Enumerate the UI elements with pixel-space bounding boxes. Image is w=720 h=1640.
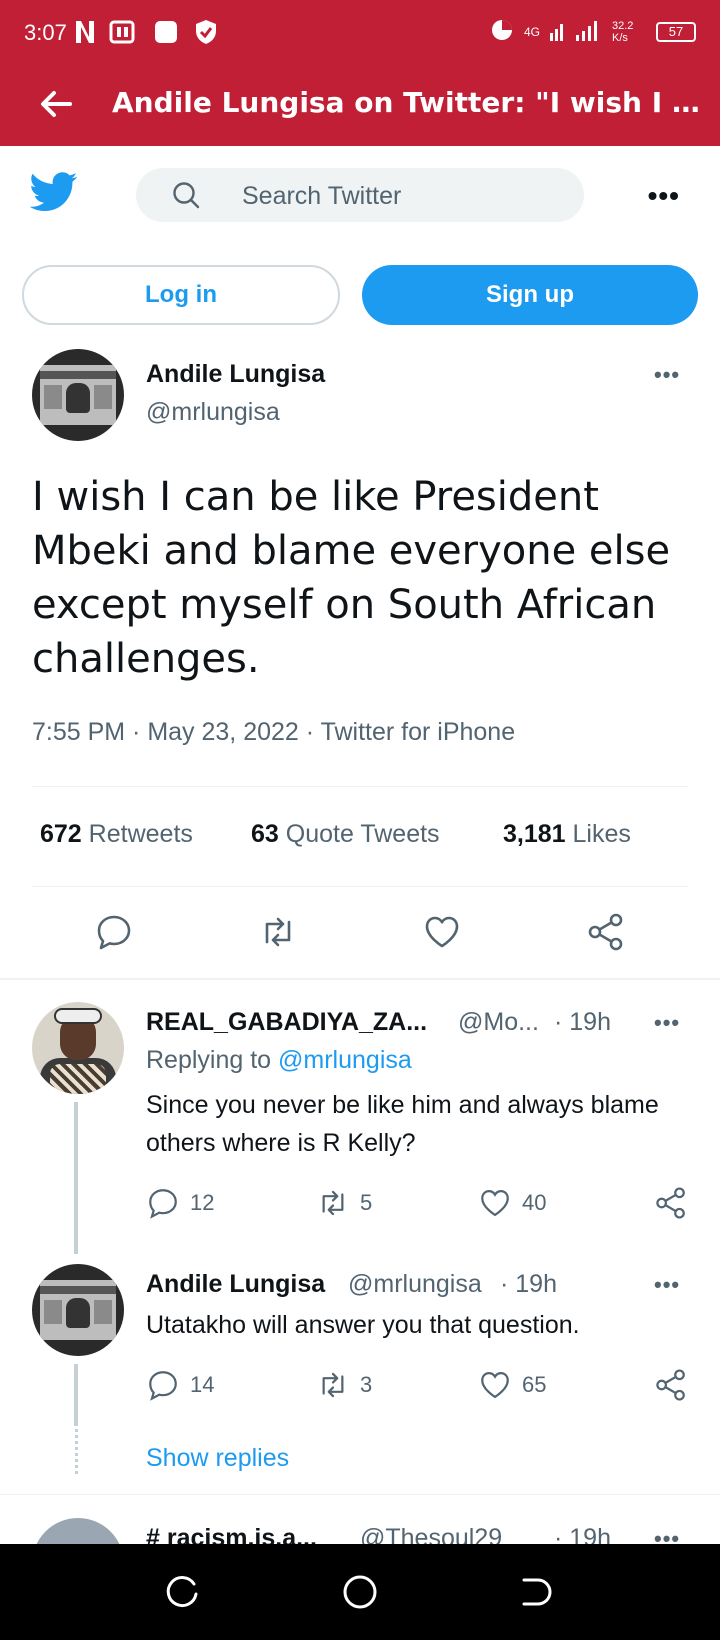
reply-author-handle[interactable]: @Mo... bbox=[458, 1008, 539, 1037]
like-count: 65 bbox=[522, 1372, 547, 1397]
thread-dotted-line bbox=[75, 1418, 78, 1474]
retweet-count: 5 bbox=[360, 1190, 373, 1215]
tweet-text: I wish I can be like President Mbeki and… bbox=[32, 474, 671, 682]
recent-apps-icon[interactable] bbox=[164, 1572, 204, 1612]
author-name[interactable]: Andile Lungisa bbox=[146, 360, 325, 389]
retweet-action[interactable]: 3 bbox=[316, 1368, 372, 1402]
back-nav-icon[interactable] bbox=[516, 1572, 556, 1612]
section-divider bbox=[0, 978, 720, 980]
avatar-image bbox=[40, 1280, 116, 1340]
author-handle[interactable]: @mrlungisa bbox=[146, 398, 280, 427]
quote-tweets-stat[interactable]: 63 Quote Tweets bbox=[251, 820, 440, 849]
like-count: 40 bbox=[522, 1190, 547, 1215]
status-bar: 3:07 4G 32.2 K/s 57 bbox=[0, 0, 720, 64]
divider bbox=[32, 886, 688, 887]
reply-more-icon[interactable]: ••• bbox=[654, 1272, 680, 1298]
tweet-more-icon[interactable]: ••• bbox=[654, 362, 680, 388]
reply-time[interactable]: · 19h bbox=[554, 1008, 611, 1037]
likes-label: Likes bbox=[572, 820, 631, 848]
status-right-group: 4G 32.2 K/s 57 bbox=[490, 18, 696, 45]
avatar-image bbox=[40, 365, 116, 425]
home-icon[interactable] bbox=[340, 1572, 380, 1612]
like-heart-icon bbox=[481, 1371, 509, 1399]
reply-text: Since you never be like him and always b… bbox=[146, 1091, 659, 1157]
netflix-icon bbox=[72, 18, 98, 46]
like-heart-icon bbox=[481, 1189, 509, 1217]
retweets-label: Retweets bbox=[88, 820, 193, 848]
likes-count: 3,181 bbox=[503, 820, 566, 848]
share-icon[interactable] bbox=[586, 912, 626, 952]
retweet-action[interactable]: 5 bbox=[316, 1186, 372, 1220]
quotes-count: 63 bbox=[251, 820, 279, 848]
signup-button[interactable]: Sign up bbox=[362, 265, 698, 325]
reply-avatar[interactable] bbox=[32, 1002, 124, 1094]
retweet-icon bbox=[322, 1372, 344, 1398]
thread-line bbox=[74, 1364, 78, 1426]
data-saver-icon bbox=[490, 18, 514, 45]
replying-prefix: Replying to bbox=[146, 1046, 272, 1074]
reply-avatar[interactable] bbox=[32, 1264, 124, 1356]
share-icon bbox=[656, 1369, 685, 1401]
search-icon bbox=[172, 181, 200, 209]
like-heart-icon[interactable] bbox=[422, 912, 462, 952]
divider bbox=[0, 1494, 720, 1495]
search-placeholder: Search Twitter bbox=[242, 182, 402, 210]
share-action[interactable] bbox=[654, 1186, 688, 1220]
back-arrow-icon[interactable] bbox=[36, 84, 76, 124]
more-options-icon[interactable]: ••• bbox=[648, 180, 680, 212]
author-avatar[interactable] bbox=[32, 349, 124, 441]
browser-nav-bar: Andile Lungisa on Twitter: "I wish I can… bbox=[0, 72, 720, 136]
retweet-icon bbox=[322, 1190, 344, 1216]
like-action[interactable]: 40 bbox=[478, 1186, 546, 1220]
likes-stat[interactable]: 3,181 Likes bbox=[503, 820, 631, 849]
replying-to-link[interactable]: @mrlungisa bbox=[278, 1046, 412, 1074]
browser-top-bar: 3:07 4G 32.2 K/s 57 Andile Lungisa on Tw… bbox=[0, 0, 720, 146]
page-title: Andile Lungisa on Twitter: "I wish I can… bbox=[112, 86, 702, 119]
reply-icon[interactable] bbox=[94, 912, 134, 952]
reply-icon bbox=[149, 1189, 177, 1219]
retweet-icon[interactable] bbox=[258, 912, 298, 952]
battery-indicator: 57 bbox=[656, 21, 696, 42]
divider bbox=[32, 786, 688, 787]
share-action[interactable] bbox=[654, 1368, 688, 1402]
network-speed: 32.2 K/s bbox=[612, 19, 634, 44]
share-icon bbox=[656, 1187, 685, 1219]
reply-more-icon[interactable]: ••• bbox=[654, 1010, 680, 1036]
square-notification-icon bbox=[152, 18, 180, 46]
replying-to: Replying to @mrlungisa bbox=[146, 1046, 412, 1075]
reply-author-handle[interactable]: @mrlungisa bbox=[348, 1270, 482, 1299]
retweets-count: 672 bbox=[40, 820, 82, 848]
android-nav-bar bbox=[0, 1544, 720, 1640]
show-replies-link[interactable]: Show replies bbox=[146, 1444, 289, 1473]
reply-author-name[interactable]: Andile Lungisa bbox=[146, 1270, 325, 1299]
retweets-stat[interactable]: 672 Retweets bbox=[40, 820, 193, 849]
reply-author-name[interactable]: REAL_GABADIYA_ZA... bbox=[146, 1008, 427, 1037]
reply-time[interactable]: · 19h bbox=[500, 1270, 557, 1299]
thread-line bbox=[74, 1102, 78, 1254]
battery-level: 57 bbox=[668, 24, 684, 39]
app-notification-icon bbox=[108, 18, 136, 46]
search-input[interactable]: Search Twitter bbox=[136, 168, 584, 222]
shield-icon bbox=[192, 18, 220, 46]
reply-action[interactable]: 12 bbox=[146, 1186, 214, 1220]
login-button[interactable]: Log in bbox=[22, 265, 340, 325]
twitter-bird-icon[interactable] bbox=[29, 172, 78, 212]
signal-icon bbox=[550, 19, 602, 44]
reply-text: Utatakho will answer you that question. bbox=[146, 1311, 580, 1339]
like-action[interactable]: 65 bbox=[478, 1368, 546, 1402]
reply-count: 14 bbox=[190, 1372, 215, 1397]
reply-count: 12 bbox=[190, 1190, 215, 1215]
reply-action[interactable]: 14 bbox=[146, 1368, 214, 1402]
tweet-timestamp[interactable]: 7:55 PM · May 23, 2022 · Twitter for iPh… bbox=[32, 718, 515, 747]
reply-icon bbox=[149, 1371, 177, 1401]
quotes-label: Quote Tweets bbox=[285, 820, 440, 848]
retweet-count: 3 bbox=[360, 1372, 373, 1397]
network-type: 4G bbox=[523, 24, 540, 39]
status-time: 3:07 bbox=[24, 20, 67, 45]
